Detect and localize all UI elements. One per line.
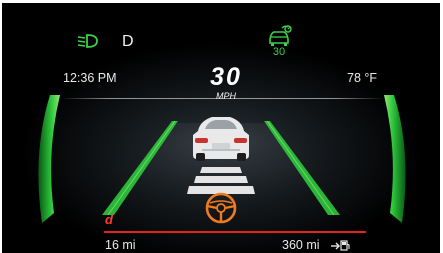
speed-unit: MPH bbox=[216, 91, 236, 101]
right-arc-gauge bbox=[384, 95, 406, 223]
drive-mode-line bbox=[104, 231, 366, 233]
drive-mode-indicator: d bbox=[105, 212, 113, 227]
distance-bar-2 bbox=[194, 176, 248, 183]
instrument-cluster: D 30 12:36 PM 30 MPH 78 °F d 16 mi 360 m… bbox=[2, 3, 440, 253]
fuel-pump-arrow-icon bbox=[331, 240, 350, 251]
left-arc-gauge bbox=[38, 95, 60, 223]
driver-assist-scene bbox=[38, 95, 406, 224]
cruise-set-speed: 30 bbox=[272, 46, 286, 58]
trip-distance: 16 mi bbox=[105, 238, 136, 252]
distance-bar-1 bbox=[200, 167, 242, 173]
clock: 12:36 PM bbox=[63, 71, 117, 85]
outside-temperature: 78 °F bbox=[347, 71, 378, 85]
low-beam-headlight-icon bbox=[77, 34, 98, 48]
top-divider bbox=[60, 98, 384, 99]
fuel-range: 360 mi bbox=[282, 238, 320, 252]
gear-indicator: D bbox=[122, 33, 134, 50]
speed-readout: 30 bbox=[210, 63, 242, 91]
